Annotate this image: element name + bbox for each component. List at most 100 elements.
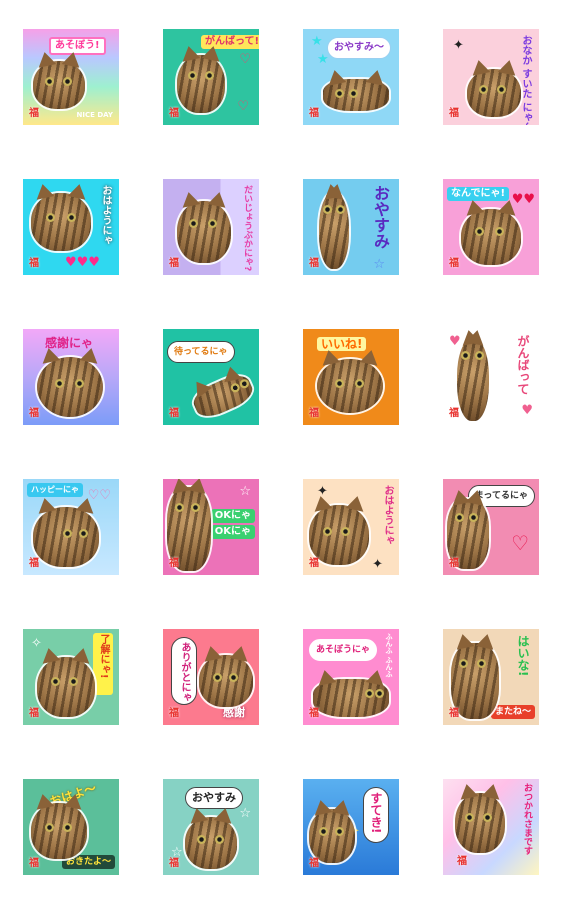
sticker-7[interactable]: おやすみ ☆ 福	[303, 179, 399, 275]
fuku-mark: 福	[169, 408, 179, 419]
fuku-mark: 福	[29, 108, 39, 119]
sticker-caption: おやすみ	[185, 787, 243, 809]
heart-icon: ♥	[449, 334, 461, 349]
cat-photo	[37, 657, 95, 717]
sticker-9[interactable]: 感謝にゃ 福	[23, 329, 119, 425]
fuku-mark: 福	[29, 708, 39, 719]
sticker-grid: あそぼう! NICE DAY 福 がんばって! ♡ ♡ 福 おやすみ〜 ★ ★ …	[0, 0, 562, 900]
sticker-21[interactable]: おはよ〜 おきたよ〜 福	[23, 779, 119, 875]
sparkle-icon: ✦	[453, 38, 464, 53]
heart-icon: ♥♥♥	[65, 255, 100, 270]
fuku-mark: 福	[29, 558, 39, 569]
sticker-17[interactable]: 了解にゃ! ✧ 福	[23, 629, 119, 725]
fuku-mark: 福	[449, 258, 459, 269]
sticker-extra: またね〜	[490, 705, 535, 719]
sticker-22[interactable]: おやすみ ☆ ☆ 福	[163, 779, 259, 875]
fuku-mark: 福	[309, 858, 319, 869]
heart-icon: ♡	[237, 99, 249, 114]
sticker-2[interactable]: がんばって! ♡ ♡ 福	[163, 29, 259, 125]
sticker-extra: OKにゃ	[210, 525, 255, 539]
cat-photo	[199, 655, 253, 707]
sticker-19[interactable]: あそぼうにゃ ふんふ ふんふ 福	[303, 629, 399, 725]
sticker-caption: おはようにゃ	[382, 485, 393, 545]
sticker-5[interactable]: おはようにゃ ♥♥♥ 福	[23, 179, 119, 275]
sticker-14[interactable]: OKにゃ OKにゃ ☆ 福	[163, 479, 259, 575]
cat-photo	[313, 679, 389, 717]
sticker-extra: 感謝	[223, 706, 245, 719]
cat-photo	[467, 69, 521, 117]
sticker-extra: ふんふ ふんふ	[385, 633, 393, 678]
sticker-15[interactable]: おはようにゃ ✦ ✦ 福	[303, 479, 399, 575]
fuku-mark: 福	[29, 258, 39, 269]
heart-icon: ♡	[239, 52, 251, 67]
sparkle-icon: ✦	[372, 557, 383, 572]
sticker-caption: いいね!	[317, 337, 367, 351]
sticker-caption: OKにゃ	[210, 509, 255, 523]
fuku-mark: 福	[449, 108, 459, 119]
sticker-caption: ハッピーにゃ	[27, 483, 83, 497]
sticker-extra: NICE DAY	[76, 111, 113, 119]
star-icon: ☆	[239, 806, 251, 821]
cat-photo	[31, 193, 91, 251]
cat-photo	[455, 793, 505, 853]
cat-photo	[33, 507, 99, 567]
cat-photo	[189, 370, 257, 422]
sticker-4[interactable]: おなか すいた にゃ〜 ✦ 福	[443, 29, 539, 125]
cat-photo	[177, 201, 231, 263]
sticker-23[interactable]: すてき! ✦ 福	[303, 779, 399, 875]
fuku-mark: 福	[29, 408, 39, 419]
cat-photo	[319, 193, 349, 269]
cat-photo	[31, 803, 87, 859]
fuku-mark: 福	[309, 258, 319, 269]
sticker-caption: だいじょうぶかにゃ?	[242, 185, 252, 272]
sparkle-icon: ✧	[31, 636, 42, 651]
star-icon: ★	[311, 34, 323, 49]
fuku-mark: 福	[309, 708, 319, 719]
cat-photo	[317, 359, 383, 413]
sticker-11[interactable]: いいね! 福	[303, 329, 399, 425]
heart-icon: ♥	[521, 403, 533, 418]
fuku-mark: 福	[309, 558, 319, 569]
sticker-caption: おやすみ〜	[327, 37, 391, 59]
fuku-mark: 福	[457, 856, 467, 867]
cat-photo	[185, 817, 237, 869]
sticker-caption: おはようにゃ	[100, 185, 111, 245]
sticker-caption: あそぼうにゃ	[309, 639, 378, 661]
cat-photo	[37, 357, 103, 417]
sticker-caption: おやすみ	[371, 185, 390, 249]
sticker-1[interactable]: あそぼう! NICE DAY 福	[23, 29, 119, 125]
sticker-caption: おつかれさまです	[522, 783, 532, 855]
sticker-18[interactable]: ありがとにゃ 感謝 福	[163, 629, 259, 725]
sticker-20[interactable]: はいな! またね〜 福	[443, 629, 539, 725]
fuku-mark: 福	[29, 858, 39, 869]
sticker-12[interactable]: がんばって ♥ ♥ 福	[443, 329, 539, 425]
sticker-8[interactable]: なんでにゃ! ♥♥ 福	[443, 179, 539, 275]
sticker-6[interactable]: だいじょうぶかにゃ? 福	[163, 179, 259, 275]
sticker-3[interactable]: おやすみ〜 ★ ★ 福	[303, 29, 399, 125]
sticker-caption: おなか すいた にゃ〜	[520, 35, 531, 125]
fuku-mark: 福	[449, 708, 459, 719]
fuku-mark: 福	[169, 708, 179, 719]
sticker-caption: 了解にゃ!	[93, 633, 113, 695]
sticker-caption: がんばって	[516, 335, 530, 395]
sticker-13[interactable]: ハッピーにゃ ♡♡ 福	[23, 479, 119, 575]
cat-photo	[461, 209, 521, 265]
sticker-caption: ありがとにゃ	[171, 637, 197, 705]
sticker-24[interactable]: おつかれさまです 福	[443, 779, 539, 875]
sticker-caption: はいな!	[516, 635, 530, 677]
cat-photo	[177, 55, 225, 113]
sticker-16[interactable]: まってるにゃ ♡ 福	[443, 479, 539, 575]
star-icon: ☆	[239, 484, 251, 499]
star-icon: ☆	[373, 257, 385, 272]
fuku-mark: 福	[169, 858, 179, 869]
fuku-mark: 福	[309, 408, 319, 419]
heart-icon: ♡	[511, 531, 529, 555]
fuku-mark: 福	[169, 258, 179, 269]
cat-photo	[457, 339, 489, 421]
fuku-mark: 福	[449, 408, 459, 419]
fuku-mark: 福	[309, 108, 319, 119]
sticker-caption: 待ってるにゃ	[167, 341, 235, 363]
fuku-mark: 福	[169, 558, 179, 569]
sticker-10[interactable]: 待ってるにゃ 福	[163, 329, 259, 425]
star-icon: ★	[317, 52, 329, 67]
